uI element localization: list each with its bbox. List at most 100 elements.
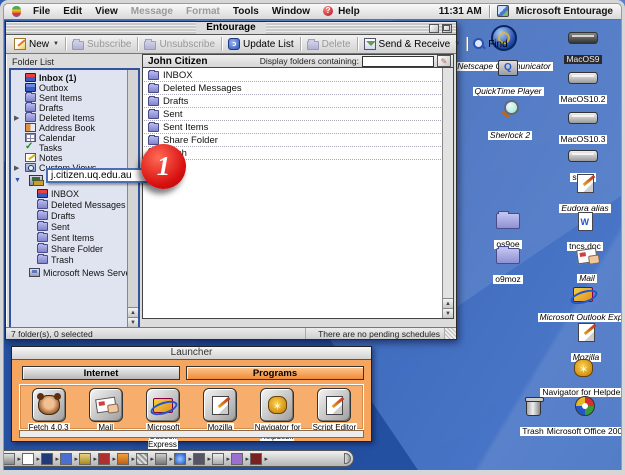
menu-clock[interactable]: 11:31 AM	[439, 6, 482, 17]
disclosure-triangle[interactable]: ▶	[14, 164, 19, 172]
control-strip-file-sharing-icon[interactable]	[60, 453, 72, 465]
folder-icon	[148, 110, 159, 119]
folder-row-trash[interactable]: Trash	[144, 147, 441, 160]
control-strip-sound-source-icon[interactable]	[231, 453, 243, 465]
fetch-button[interactable]	[32, 388, 66, 422]
menu-window[interactable]: Window	[272, 6, 310, 17]
control-strip[interactable]	[0, 450, 354, 467]
launcher-scrollbar[interactable]	[19, 430, 364, 438]
folder-row-sent[interactable]: Sent	[144, 108, 441, 121]
window-title-bar[interactable]: Entourage	[6, 22, 456, 35]
sidebar-item-account-inbox[interactable]: INBOX	[11, 188, 127, 199]
launcher-item-outlook-express[interactable]: Microsoft Outlook Express	[135, 388, 191, 450]
launcher-title-bar[interactable]: Launcher	[12, 347, 371, 360]
launcher-tab-internet[interactable]: Internet	[22, 366, 180, 380]
scroll-up-arrow[interactable]: ▲	[128, 307, 138, 317]
folder-icon	[148, 97, 159, 106]
control-strip-quicktime-icon[interactable]	[174, 453, 186, 465]
zoom-button[interactable]	[442, 24, 452, 33]
desktop-icon-mail[interactable]: Mail	[557, 249, 617, 286]
send-receive-button[interactable]: Send & Receive▼	[358, 37, 468, 51]
control-strip-monitor-resolution-icon[interactable]	[3, 453, 15, 465]
folder-icon	[496, 248, 520, 264]
outlook-express-button[interactable]	[146, 388, 180, 422]
folder-row-share-folder[interactable]: Share Folder	[144, 134, 441, 147]
filter-input[interactable]	[362, 56, 434, 67]
launcher-item-mail[interactable]: Mail	[78, 388, 134, 433]
launcher-item-fetch[interactable]: Fetch 4.0.3	[21, 388, 77, 433]
notes-icon	[25, 153, 36, 162]
launcher-item-mozilla[interactable]: Mozilla	[192, 388, 248, 433]
folder-list: Inbox (1) Outbox Sent Items Drafts ▶ Del…	[9, 68, 140, 329]
desktop-icon-eudora[interactable]: Eudora alias	[542, 174, 625, 216]
imap-inbox-icon	[37, 189, 48, 198]
control-strip-cd-icon[interactable]	[193, 453, 205, 465]
application-menu[interactable]: Microsoft Entourage	[516, 6, 613, 17]
word-document-icon	[578, 212, 593, 231]
control-strip-keychain-lock-icon[interactable]	[79, 453, 91, 465]
scroll-down-arrow[interactable]: ▼	[128, 317, 138, 327]
desktop-icon-macos102[interactable]: MacOS10.2	[548, 71, 618, 107]
folder-row-deleted-messages[interactable]: Deleted Messages	[144, 82, 441, 95]
mail-button[interactable]	[89, 388, 123, 422]
control-strip-volume-icon[interactable]	[212, 453, 224, 465]
mozilla-button[interactable]	[203, 388, 237, 422]
script-editor-button[interactable]	[317, 388, 351, 422]
sidebar-item-account-sent-items[interactable]: Sent Items	[11, 232, 127, 243]
control-strip-desktop-pattern-icon[interactable]	[136, 453, 148, 465]
folder-icon	[37, 244, 48, 253]
desktop-icon-outlook-express[interactable]: Microsoft Outlook Expr	[535, 287, 625, 325]
sidebar-item-account-drafts[interactable]: Drafts	[11, 210, 127, 221]
scroll-down-arrow[interactable]: ▼	[443, 308, 453, 318]
sidebar-scrollbar[interactable]: ▲ ▼	[127, 70, 138, 327]
folder-row-drafts[interactable]: Drafts	[144, 95, 441, 108]
control-strip-clock-icon[interactable]	[22, 453, 34, 465]
unsubscribe-icon	[144, 41, 156, 50]
desktop-icon-navigator-helpdesk[interactable]: Navigator for Helpdes	[536, 359, 625, 400]
scroll-up-arrow[interactable]: ▲	[443, 298, 453, 308]
desktop-icon-macos9[interactable]: MacOS9	[553, 31, 613, 67]
calendar-icon	[25, 133, 36, 142]
control-strip-tab-handle[interactable]	[344, 453, 351, 464]
desktop-icon-tncs-doc[interactable]: tncs.doc	[555, 212, 615, 254]
menu-view[interactable]: View	[95, 6, 118, 17]
control-strip-printing-icon[interactable]	[155, 453, 167, 465]
desktop-icon-o9moz-folder[interactable]: o9moz	[478, 248, 538, 287]
desktop-icon-macos103[interactable]: MacOS10.3	[548, 111, 618, 147]
menu-file[interactable]: File	[33, 6, 50, 17]
sidebar-item-news-server[interactable]: Microsoft News Server	[11, 267, 127, 278]
filter-edit-button[interactable]: ✎	[437, 55, 451, 67]
folder-row-sent-items[interactable]: Sent Items	[144, 121, 441, 134]
desktop-icon-sherlock[interactable]: Sherlock 2	[470, 100, 550, 143]
apple-menu-icon[interactable]	[12, 6, 21, 17]
new-dropdown-arrow[interactable]: ▼	[53, 41, 59, 47]
control-strip-disk-icon[interactable]	[250, 453, 262, 465]
resize-grip[interactable]	[444, 328, 456, 339]
launcher-item-script-editor[interactable]: Script Editor	[306, 388, 362, 433]
find-button[interactable]: Find	[467, 37, 513, 51]
desktop-icon-quicktime-player[interactable]: QuickTime Player	[458, 60, 558, 99]
disclosure-triangle[interactable]: ▶	[14, 114, 19, 122]
folder-row-inbox[interactable]: INBOX	[144, 69, 441, 82]
sidebar-item-account-deleted-messages[interactable]: Deleted Messages	[11, 199, 127, 210]
desktop-icon-microsoft-office[interactable]: Microsoft Office 200	[537, 396, 625, 439]
menu-edit[interactable]: Edit	[63, 6, 82, 17]
sidebar-item-account-sent[interactable]: Sent	[11, 221, 127, 232]
sidebar-item-account-share-folder[interactable]: Share Folder	[11, 243, 127, 254]
help-icon[interactable]: ?	[323, 6, 333, 16]
control-strip-energy-saver-icon[interactable]	[41, 453, 53, 465]
send-receive-dropdown-arrow[interactable]: ▼	[454, 41, 460, 47]
menu-help[interactable]: Help	[338, 6, 360, 17]
collapse-button[interactable]	[429, 24, 439, 33]
fetch-icon	[38, 395, 60, 415]
disclosure-triangle-open[interactable]: ▼	[14, 177, 21, 184]
control-strip-color-depth-icon[interactable]	[117, 453, 129, 465]
new-button[interactable]: New▼	[8, 37, 66, 51]
main-scrollbar[interactable]: ▲ ▼	[442, 68, 453, 318]
update-list-button[interactable]: Update List	[222, 37, 301, 51]
menu-tools[interactable]: Tools	[233, 6, 259, 17]
navigator-button[interactable]	[260, 388, 294, 422]
control-strip-printer-selector-icon[interactable]	[98, 453, 110, 465]
launcher-tab-programs[interactable]: Programs	[186, 366, 364, 380]
sidebar-item-account-trash[interactable]: Trash	[11, 254, 127, 265]
